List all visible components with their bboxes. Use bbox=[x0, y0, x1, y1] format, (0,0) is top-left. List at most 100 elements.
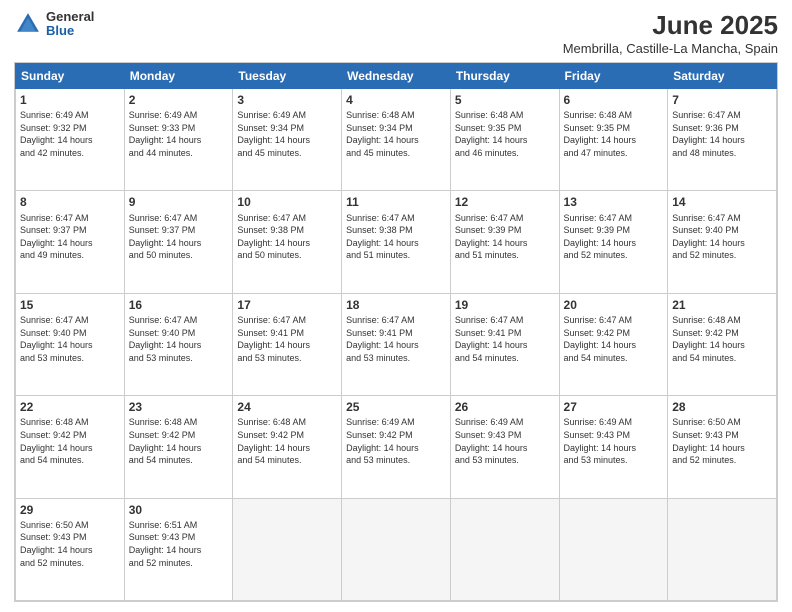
day-cell: 19Sunrise: 6:47 AM Sunset: 9:41 PM Dayli… bbox=[450, 293, 559, 395]
header-row: SundayMondayTuesdayWednesdayThursdayFrid… bbox=[16, 64, 777, 89]
calendar-body: 1Sunrise: 6:49 AM Sunset: 9:32 PM Daylig… bbox=[16, 89, 777, 601]
day-info: Sunrise: 6:47 AM Sunset: 9:41 PM Dayligh… bbox=[455, 314, 555, 364]
day-number: 13 bbox=[564, 194, 664, 210]
day-cell: 15Sunrise: 6:47 AM Sunset: 9:40 PM Dayli… bbox=[16, 293, 125, 395]
day-cell: 27Sunrise: 6:49 AM Sunset: 9:43 PM Dayli… bbox=[559, 396, 668, 498]
day-info: Sunrise: 6:49 AM Sunset: 9:33 PM Dayligh… bbox=[129, 109, 229, 159]
day-cell: 5Sunrise: 6:48 AM Sunset: 9:35 PM Daylig… bbox=[450, 89, 559, 191]
day-number: 2 bbox=[129, 92, 229, 108]
day-cell: 2Sunrise: 6:49 AM Sunset: 9:33 PM Daylig… bbox=[124, 89, 233, 191]
day-cell: 20Sunrise: 6:47 AM Sunset: 9:42 PM Dayli… bbox=[559, 293, 668, 395]
day-cell: 17Sunrise: 6:47 AM Sunset: 9:41 PM Dayli… bbox=[233, 293, 342, 395]
day-cell bbox=[342, 498, 451, 600]
week-row-3: 22Sunrise: 6:48 AM Sunset: 9:42 PM Dayli… bbox=[16, 396, 777, 498]
day-info: Sunrise: 6:48 AM Sunset: 9:42 PM Dayligh… bbox=[237, 416, 337, 466]
day-info: Sunrise: 6:47 AM Sunset: 9:38 PM Dayligh… bbox=[346, 212, 446, 262]
day-cell: 14 Sunrise: 6:47 AM Sunset: 9:40 PM Dayli… bbox=[668, 191, 777, 293]
day-cell: 23Sunrise: 6:48 AM Sunset: 9:42 PM Dayli… bbox=[124, 396, 233, 498]
day-number: 7 bbox=[672, 92, 772, 108]
day-info: Sunrise: 6:50 AM Sunset: 9:43 PM Dayligh… bbox=[672, 416, 772, 466]
logo-text: General Blue bbox=[46, 10, 94, 39]
day-number: 24 bbox=[237, 399, 337, 415]
day-cell: 30Sunrise: 6:51 AM Sunset: 9:43 PM Dayli… bbox=[124, 498, 233, 600]
day-info: Sunrise: 6:47 AM Sunset: 9:39 PM Dayligh… bbox=[455, 212, 555, 262]
day-cell bbox=[559, 498, 668, 600]
calendar-table: SundayMondayTuesdayWednesdayThursdayFrid… bbox=[15, 63, 777, 601]
day-cell: 8 Sunrise: 6:47 AM Sunset: 9:37 PM Daylig… bbox=[16, 191, 125, 293]
day-info: Sunrise: 6:51 AM Sunset: 9:43 PM Dayligh… bbox=[129, 519, 229, 569]
logo-general: General bbox=[46, 10, 94, 24]
day-number: 26 bbox=[455, 399, 555, 415]
day-cell: 22Sunrise: 6:48 AM Sunset: 9:42 PM Dayli… bbox=[16, 396, 125, 498]
day-number: 3 bbox=[237, 92, 337, 108]
day-cell bbox=[233, 498, 342, 600]
header: General Blue June 2025 Membrilla, Castil… bbox=[14, 10, 778, 56]
day-info: Sunrise: 6:47 AM Sunset: 9:40 PM Dayligh… bbox=[20, 314, 120, 364]
day-info: Sunrise: 6:47 AM Sunset: 9:39 PM Dayligh… bbox=[564, 212, 664, 262]
week-row-1: 8 Sunrise: 6:47 AM Sunset: 9:37 PM Daylig… bbox=[16, 191, 777, 293]
day-cell: 13 Sunrise: 6:47 AM Sunset: 9:39 PM Dayli… bbox=[559, 191, 668, 293]
header-cell-tuesday: Tuesday bbox=[233, 64, 342, 89]
day-number: 11 bbox=[346, 194, 446, 210]
day-info: Sunrise: 6:50 AM Sunset: 9:43 PM Dayligh… bbox=[20, 519, 120, 569]
main-title: June 2025 bbox=[563, 10, 778, 41]
day-number: 18 bbox=[346, 297, 446, 313]
logo-blue: Blue bbox=[46, 24, 94, 38]
day-info: Sunrise: 6:48 AM Sunset: 9:42 PM Dayligh… bbox=[129, 416, 229, 466]
day-number: 12 bbox=[455, 194, 555, 210]
day-info: Sunrise: 6:47 AM Sunset: 9:40 PM Dayligh… bbox=[672, 212, 772, 262]
day-info: Sunrise: 6:47 AM Sunset: 9:36 PM Dayligh… bbox=[672, 109, 772, 159]
day-cell bbox=[668, 498, 777, 600]
day-info: Sunrise: 6:47 AM Sunset: 9:37 PM Dayligh… bbox=[20, 212, 120, 262]
day-number: 14 bbox=[672, 194, 772, 210]
day-number: 1 bbox=[20, 92, 120, 108]
subtitle: Membrilla, Castille-La Mancha, Spain bbox=[563, 41, 778, 56]
day-number: 21 bbox=[672, 297, 772, 313]
day-number: 16 bbox=[129, 297, 229, 313]
header-cell-friday: Friday bbox=[559, 64, 668, 89]
week-row-2: 15Sunrise: 6:47 AM Sunset: 9:40 PM Dayli… bbox=[16, 293, 777, 395]
calendar: SundayMondayTuesdayWednesdayThursdayFrid… bbox=[14, 62, 778, 602]
calendar-header: SundayMondayTuesdayWednesdayThursdayFrid… bbox=[16, 64, 777, 89]
day-info: Sunrise: 6:49 AM Sunset: 9:42 PM Dayligh… bbox=[346, 416, 446, 466]
day-cell: 18Sunrise: 6:47 AM Sunset: 9:41 PM Dayli… bbox=[342, 293, 451, 395]
day-cell: 12 Sunrise: 6:47 AM Sunset: 9:39 PM Dayli… bbox=[450, 191, 559, 293]
page: General Blue June 2025 Membrilla, Castil… bbox=[0, 0, 792, 612]
day-info: Sunrise: 6:49 AM Sunset: 9:43 PM Dayligh… bbox=[564, 416, 664, 466]
day-cell: 1Sunrise: 6:49 AM Sunset: 9:32 PM Daylig… bbox=[16, 89, 125, 191]
week-row-0: 1Sunrise: 6:49 AM Sunset: 9:32 PM Daylig… bbox=[16, 89, 777, 191]
day-number: 30 bbox=[129, 502, 229, 518]
day-cell: 16Sunrise: 6:47 AM Sunset: 9:40 PM Dayli… bbox=[124, 293, 233, 395]
day-cell: 11 Sunrise: 6:47 AM Sunset: 9:38 PM Dayli… bbox=[342, 191, 451, 293]
day-cell: 10Sunrise: 6:47 AM Sunset: 9:38 PM Dayli… bbox=[233, 191, 342, 293]
day-number: 20 bbox=[564, 297, 664, 313]
day-info: Sunrise: 6:47 AM Sunset: 9:38 PM Dayligh… bbox=[237, 212, 337, 262]
day-number: 23 bbox=[129, 399, 229, 415]
week-row-4: 29Sunrise: 6:50 AM Sunset: 9:43 PM Dayli… bbox=[16, 498, 777, 600]
day-number: 4 bbox=[346, 92, 446, 108]
day-number: 6 bbox=[564, 92, 664, 108]
day-number: 9 bbox=[129, 194, 229, 210]
day-cell bbox=[450, 498, 559, 600]
day-info: Sunrise: 6:48 AM Sunset: 9:35 PM Dayligh… bbox=[455, 109, 555, 159]
day-number: 8 bbox=[20, 194, 120, 210]
header-cell-thursday: Thursday bbox=[450, 64, 559, 89]
day-cell: 21Sunrise: 6:48 AM Sunset: 9:42 PM Dayli… bbox=[668, 293, 777, 395]
day-info: Sunrise: 6:49 AM Sunset: 9:34 PM Dayligh… bbox=[237, 109, 337, 159]
day-cell: 29Sunrise: 6:50 AM Sunset: 9:43 PM Dayli… bbox=[16, 498, 125, 600]
day-cell: 9 Sunrise: 6:47 AM Sunset: 9:37 PM Daylig… bbox=[124, 191, 233, 293]
day-cell: 4Sunrise: 6:48 AM Sunset: 9:34 PM Daylig… bbox=[342, 89, 451, 191]
header-cell-monday: Monday bbox=[124, 64, 233, 89]
header-cell-wednesday: Wednesday bbox=[342, 64, 451, 89]
day-info: Sunrise: 6:47 AM Sunset: 9:40 PM Dayligh… bbox=[129, 314, 229, 364]
day-info: Sunrise: 6:48 AM Sunset: 9:34 PM Dayligh… bbox=[346, 109, 446, 159]
day-cell: 28Sunrise: 6:50 AM Sunset: 9:43 PM Dayli… bbox=[668, 396, 777, 498]
day-info: Sunrise: 6:49 AM Sunset: 9:32 PM Dayligh… bbox=[20, 109, 120, 159]
day-number: 28 bbox=[672, 399, 772, 415]
day-number: 5 bbox=[455, 92, 555, 108]
day-cell: 3Sunrise: 6:49 AM Sunset: 9:34 PM Daylig… bbox=[233, 89, 342, 191]
day-info: Sunrise: 6:48 AM Sunset: 9:42 PM Dayligh… bbox=[672, 314, 772, 364]
day-info: Sunrise: 6:47 AM Sunset: 9:37 PM Dayligh… bbox=[129, 212, 229, 262]
header-cell-sunday: Sunday bbox=[16, 64, 125, 89]
day-info: Sunrise: 6:47 AM Sunset: 9:41 PM Dayligh… bbox=[237, 314, 337, 364]
